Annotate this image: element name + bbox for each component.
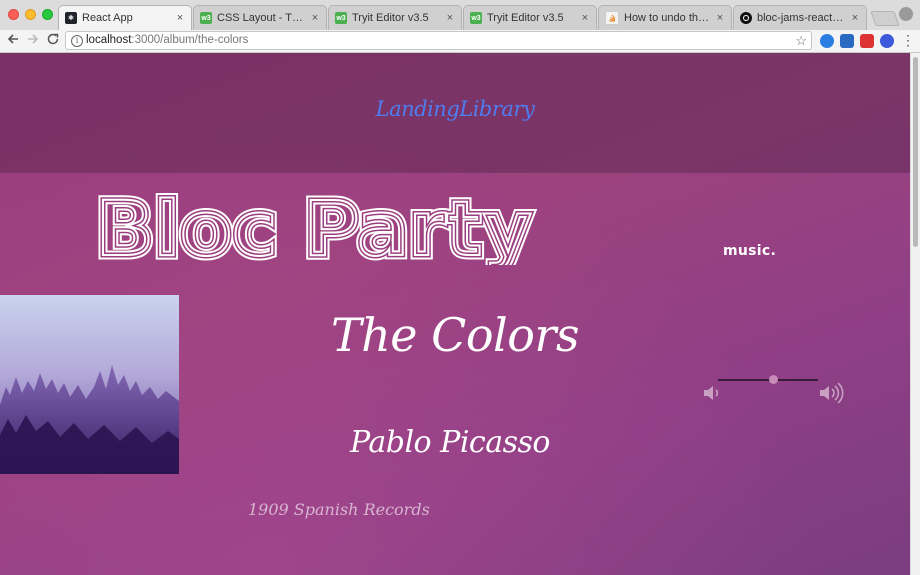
album-artist: Pablo Picasso: [350, 425, 550, 460]
new-tab-button[interactable]: [870, 11, 900, 26]
tab-close-icon[interactable]: ×: [310, 12, 320, 24]
volume-low-icon[interactable]: [702, 382, 724, 409]
extension-linkedin-icon[interactable]: [840, 34, 854, 48]
tab-stackoverflow[interactable]: How to undo the most r ×: [598, 5, 732, 30]
tab-title: How to undo the most r: [624, 12, 711, 24]
react-icon: ⚛: [65, 12, 77, 24]
logo-suffix: music.: [723, 243, 777, 259]
extension-blue-icon[interactable]: [880, 34, 894, 48]
window-close-button[interactable]: [8, 9, 19, 20]
bloc-party-logo: Bloc Party Bloc Party Bloc Party: [92, 180, 716, 278]
reload-icon[interactable]: [44, 32, 62, 50]
tab-react-app[interactable]: ⚛ React App ×: [58, 5, 192, 30]
window-minimize-button[interactable]: [25, 9, 36, 20]
tab-title: Tryit Editor v3.5: [487, 12, 564, 24]
tab-title: bloc-jams-react/playerB: [757, 12, 846, 24]
address-bar[interactable]: i localhost:3000/album/the-colors ☆: [65, 31, 812, 50]
page-viewport: LandingLibrary Bloc Party Bloc Party Blo…: [0, 53, 910, 575]
browser-toolbar: i localhost:3000/album/the-colors ☆ ⋮: [0, 30, 920, 53]
album-release-info: 1909 Spanish Records: [248, 500, 430, 519]
profile-avatar-icon[interactable]: [899, 7, 913, 21]
volume-high-icon[interactable]: [818, 381, 848, 410]
volume-slider-thumb[interactable]: [768, 375, 778, 384]
github-icon: [740, 12, 752, 24]
logo-text-inner: Bloc Party: [96, 185, 532, 265]
tab-close-icon[interactable]: ×: [850, 12, 860, 24]
album-title: The Colors: [330, 308, 580, 362]
menu-kebab-icon[interactable]: ⋮: [901, 33, 915, 47]
tab-github[interactable]: bloc-jams-react/playerB ×: [733, 5, 867, 30]
bookmark-star-icon[interactable]: ☆: [795, 32, 807, 49]
w3schools-icon: w3: [200, 12, 212, 24]
nav-brand-link[interactable]: LandingLibrary: [0, 97, 910, 121]
extension-chat-icon[interactable]: [820, 34, 834, 48]
tab-title: CSS Layout - The positi: [217, 12, 306, 24]
page-scrollbar[interactable]: [910, 53, 920, 575]
tab-title: Tryit Editor v3.5: [352, 12, 429, 24]
tab-tryit-editor-1[interactable]: w3 Tryit Editor v3.5 ×: [328, 5, 462, 30]
w3schools-icon: w3: [470, 12, 482, 24]
url-host: localhost: [86, 34, 132, 46]
scrollbar-thumb[interactable]: [913, 57, 918, 247]
forward-arrow-icon[interactable]: [24, 32, 42, 50]
w3schools-icon: w3: [335, 12, 347, 24]
tab-close-icon[interactable]: ×: [580, 12, 590, 24]
tab-close-icon[interactable]: ×: [715, 12, 725, 24]
stackoverflow-icon: [605, 11, 619, 25]
info-icon[interactable]: i: [71, 35, 83, 47]
tab-strip: ⚛ React App × w3 CSS Layout - The positi…: [0, 0, 920, 31]
extension-red-icon[interactable]: [860, 34, 874, 48]
tab-close-icon[interactable]: ×: [175, 12, 185, 24]
tab-title: React App: [82, 12, 133, 24]
tab-close-icon[interactable]: ×: [445, 12, 455, 24]
tab-tryit-editor-2[interactable]: w3 Tryit Editor v3.5 ×: [463, 5, 597, 30]
tab-css-layout[interactable]: w3 CSS Layout - The positi ×: [193, 5, 327, 30]
back-arrow-icon[interactable]: [4, 32, 22, 50]
url-path: :3000/album/the-colors: [131, 34, 249, 46]
window-maximize-button[interactable]: [42, 9, 53, 20]
